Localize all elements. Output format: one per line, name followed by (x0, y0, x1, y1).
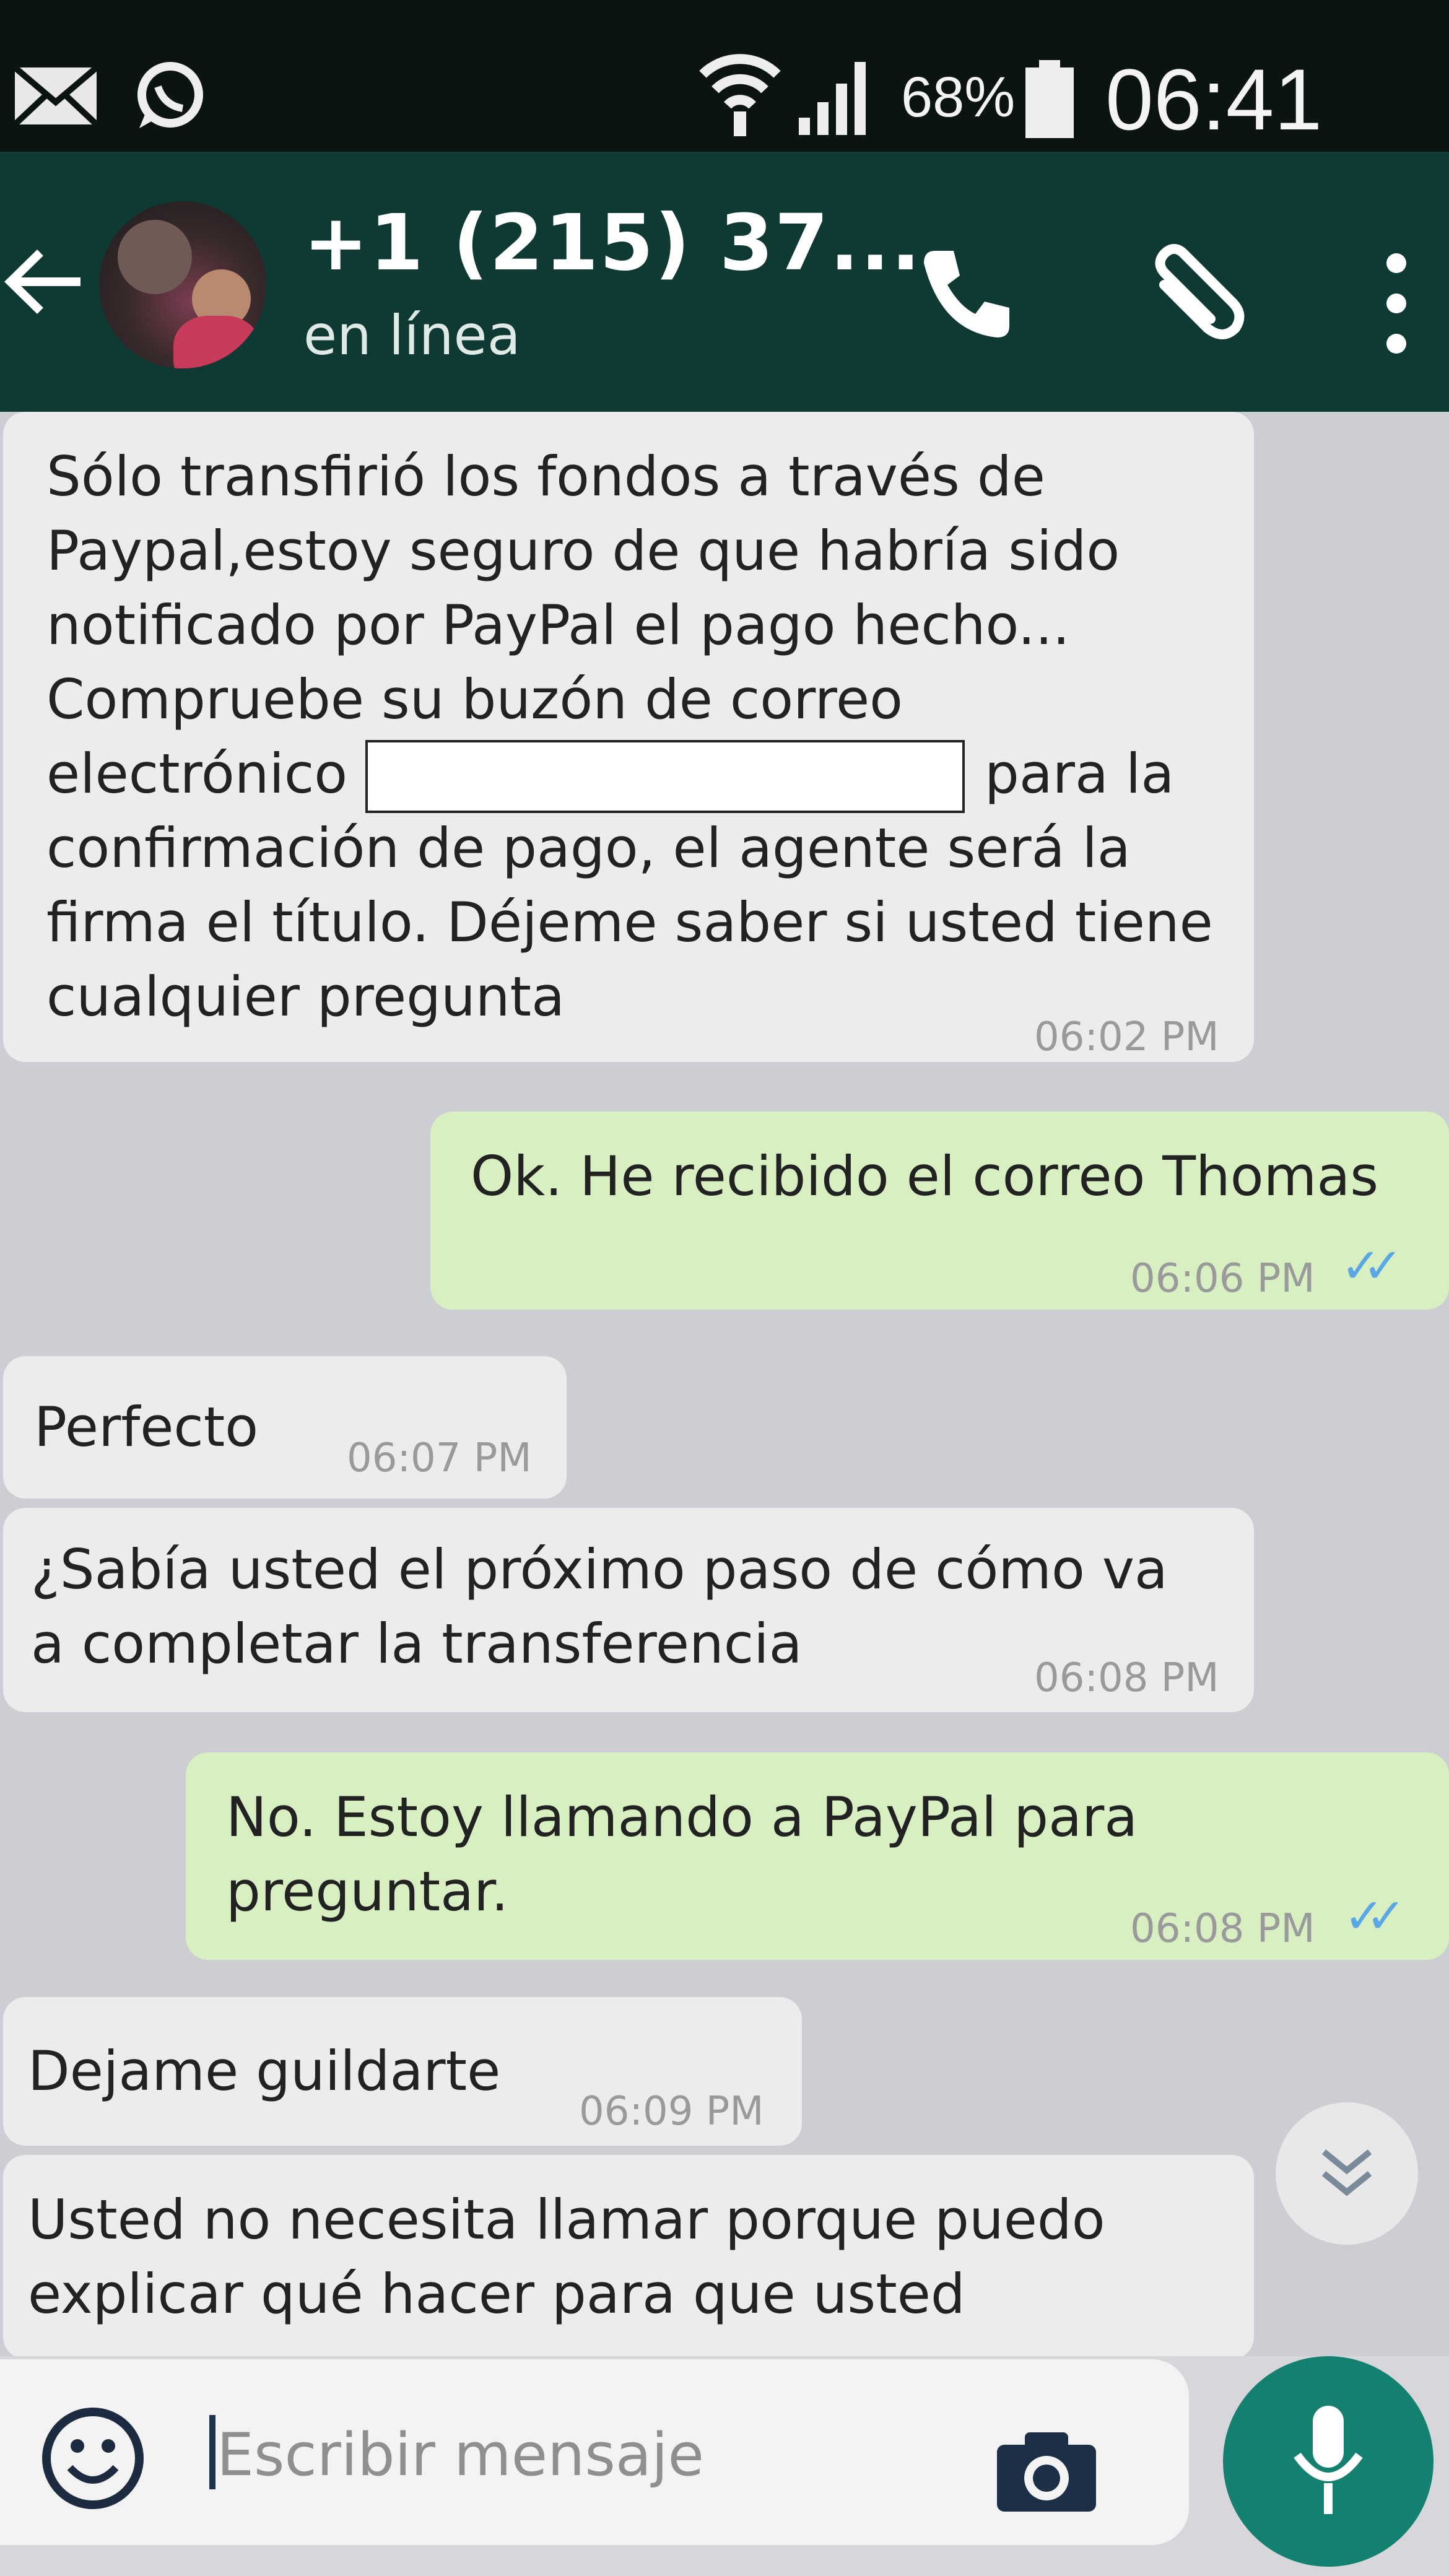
message-time: 06:08 PM (1130, 1906, 1315, 1952)
message-text: explicar qué hacer para que usted (28, 2262, 965, 2326)
message-text: electrónico (46, 742, 348, 806)
message-text: a completar la transferencia (31, 1612, 803, 1676)
phone-icon[interactable] (916, 245, 1016, 344)
message-time: 06:07 PM (347, 1435, 532, 1481)
message-time: 06:02 PM (1034, 1014, 1219, 1060)
message-time: 06:09 PM (579, 2089, 764, 2134)
message-input[interactable]: Escribir mensaje (217, 2421, 704, 2489)
chat-area[interactable]: Sólo transfirió los fondos a través de P… (0, 412, 1449, 2359)
message-bubble-outgoing[interactable]: No. Estoy llamando a PayPal para pregunt… (186, 1752, 1449, 1960)
composer-bar: Escribir mensaje (0, 2356, 1449, 2576)
message-time: 06:08 PM (1034, 1655, 1219, 1701)
emoji-icon[interactable] (40, 2406, 146, 2511)
wifi-icon (699, 54, 781, 136)
message-text: Usted no necesita llamar porque puedo (28, 2188, 1105, 2252)
read-receipt-icon: ✓✓ (1341, 1238, 1403, 1294)
text-caret (209, 2415, 215, 2489)
message-time: 06:06 PM (1130, 1256, 1315, 1302)
message-text: Dejame guildarte (28, 2039, 501, 2103)
signal-icon (799, 62, 866, 135)
message-text: Sólo transfirió los fondos a través de (46, 445, 1045, 508)
back-arrow-icon[interactable] (3, 248, 84, 316)
scroll-to-bottom-button[interactable] (1276, 2102, 1418, 2245)
message-text: para la (985, 742, 1175, 806)
chat-header: +1 (215) 37... en línea (0, 152, 1449, 412)
message-text: notificado por PayPal el pago hecho... (46, 593, 1070, 657)
microphone-icon (1294, 2406, 1363, 2514)
battery-percent: 68% (901, 66, 1016, 129)
mail-icon (12, 65, 99, 127)
read-receipt-icon: ✓✓ (1344, 1889, 1406, 1944)
message-text: firma el título. Déjeme saber si usted t… (46, 890, 1213, 954)
contact-name[interactable]: +1 (215) 37... (303, 198, 921, 288)
message-text: No. Estoy llamando a PayPal para (226, 1785, 1138, 1849)
message-text: confirmación de pago, el agente será la (46, 816, 1131, 880)
more-vert-icon[interactable] (1378, 251, 1415, 356)
message-text: Ok. He recibido el correo Thomas (471, 1144, 1379, 1208)
paperclip-icon[interactable] (1139, 242, 1248, 350)
message-bubble-incoming[interactable]: Dejame guildarte 06:09 PM (3, 1997, 802, 2146)
message-bubble-incoming[interactable]: Perfecto 06:07 PM (3, 1356, 567, 1499)
message-text: Perfecto (34, 1395, 259, 1459)
chevron-double-down-icon (1321, 2149, 1372, 2196)
contact-status: en línea (303, 303, 521, 367)
message-text: preguntar. (226, 1860, 509, 1923)
message-bubble-outgoing[interactable]: Ok. He recibido el correo Thomas 06:06 P… (430, 1112, 1449, 1310)
camera-icon[interactable] (991, 2427, 1102, 2514)
status-bar: 68% 06:41 PM (0, 0, 1449, 248)
message-text: ¿Sabía usted el próximo paso de cómo va (31, 1538, 1168, 1601)
message-text: Compruebe su buzón de correo (46, 668, 903, 731)
message-bubble-incoming[interactable]: Usted no necesita llamar porque puedo ex… (3, 2155, 1254, 2359)
message-text: cualquier pregunta (46, 965, 565, 1029)
message-input-box[interactable]: Escribir mensaje (0, 2359, 1189, 2545)
microphone-button[interactable] (1223, 2356, 1434, 2567)
message-text: Paypal,estoy seguro de que habría sido (46, 519, 1120, 583)
message-bubble-incoming[interactable]: Sólo transfirió los fondos a través de P… (3, 412, 1254, 1062)
message-bubble-incoming[interactable]: ¿Sabía usted el próximo paso de cómo va … (3, 1508, 1254, 1712)
whatsapp-icon (137, 62, 203, 128)
contact-avatar[interactable] (99, 201, 266, 368)
battery-icon (1025, 60, 1074, 138)
redacted-email (365, 740, 965, 813)
